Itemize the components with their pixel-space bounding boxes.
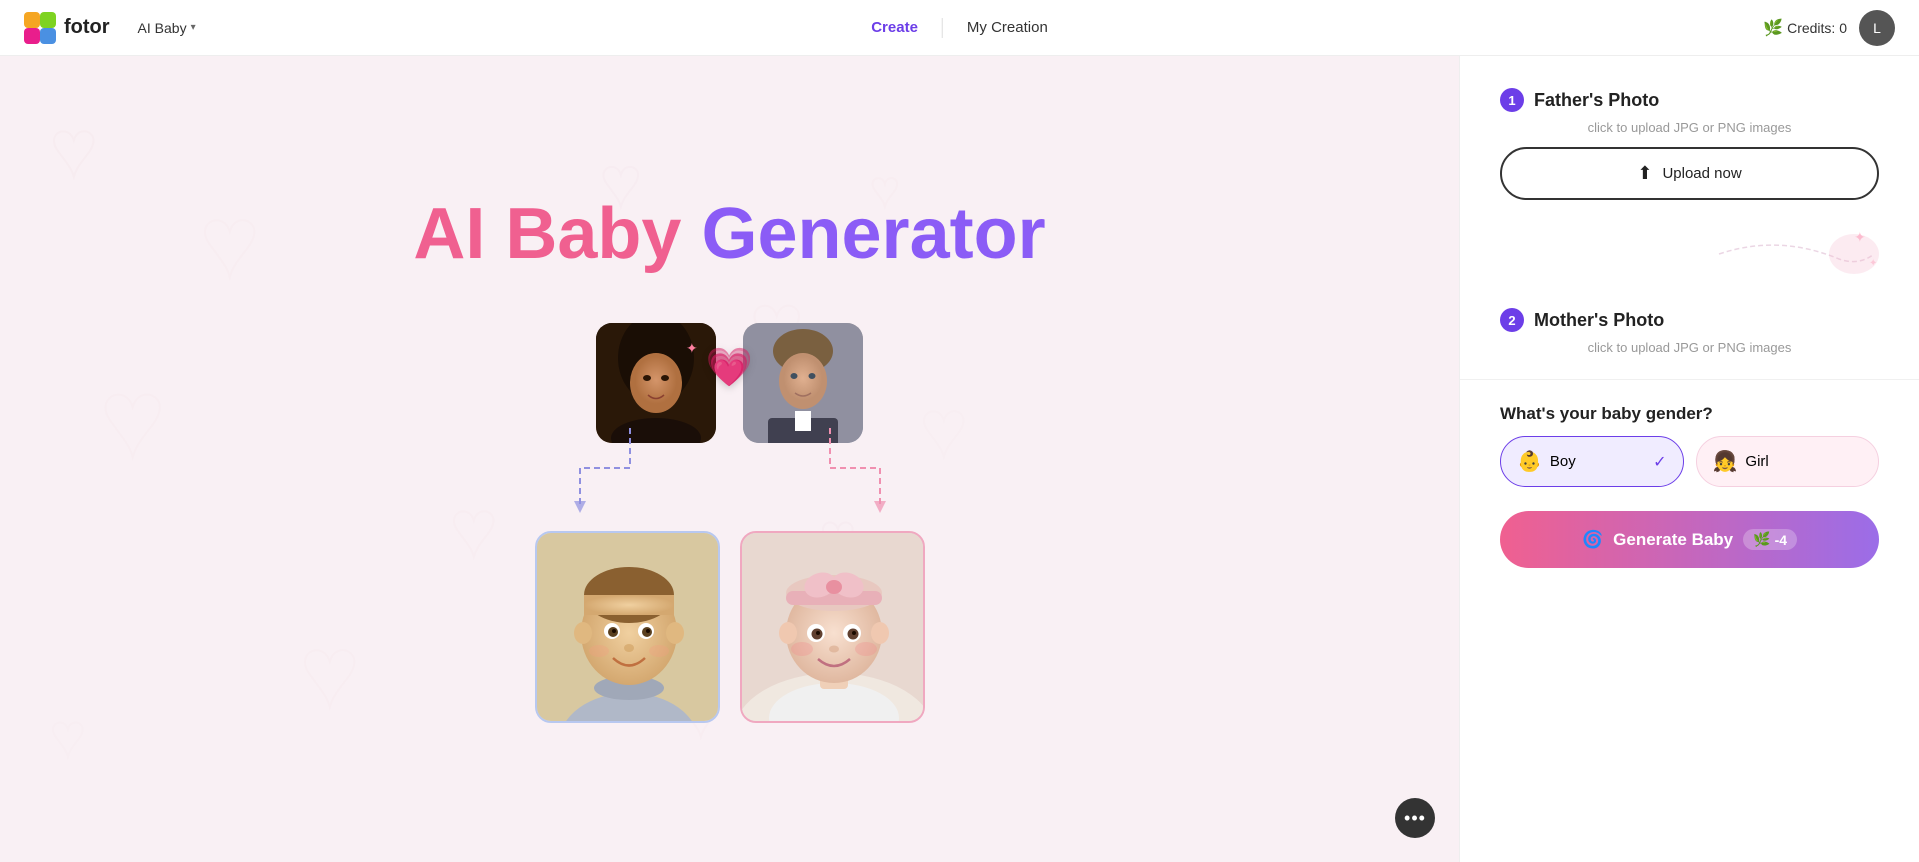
main-content: ♥ ♥ ♥ ♥ ♥ ♥ ♥ ♥ ♥ ♥ ♥ ♥ AI Baby Generato… bbox=[0, 56, 1919, 862]
nav-create[interactable]: Create bbox=[871, 15, 918, 40]
father-upload-hint: click to upload JPG or PNG images bbox=[1500, 120, 1879, 135]
svg-text:♥: ♥ bbox=[200, 186, 259, 298]
logo-text: fotor bbox=[64, 16, 110, 39]
parents-row: ✦ 💗 bbox=[530, 323, 930, 443]
main-nav: Create My Creation bbox=[871, 15, 1048, 40]
svg-text:♥: ♥ bbox=[100, 357, 165, 480]
svg-text:♥: ♥ bbox=[450, 484, 498, 573]
checkmark-icon: ✓ bbox=[1653, 452, 1666, 472]
leaf-cost-icon: 🌿 bbox=[1753, 531, 1770, 548]
father-upload-button[interactable]: ⬆ Upload now bbox=[1500, 147, 1879, 200]
upload-icon: ⬆ bbox=[1637, 163, 1652, 184]
decorative-splash: ✦ ✦ bbox=[1500, 224, 1879, 284]
step1-badge: 1 bbox=[1500, 88, 1524, 112]
boy-emoji: 👶 bbox=[1517, 449, 1542, 474]
heart-between-parents: 💗 bbox=[706, 346, 753, 390]
father-section-title: Father's Photo bbox=[1534, 90, 1659, 111]
baby-face-icon: 🌀 bbox=[1582, 530, 1603, 550]
page-title: AI Baby Generator bbox=[413, 195, 1045, 274]
father-photo bbox=[743, 323, 863, 443]
leaf-icon: 🌿 bbox=[1763, 18, 1783, 38]
user-avatar[interactable]: L bbox=[1859, 10, 1895, 46]
father-photo-section: 1 Father's Photo click to upload JPG or … bbox=[1500, 88, 1879, 200]
girl-emoji: 👧 bbox=[1713, 449, 1738, 474]
chevron-down-icon: ▾ bbox=[191, 22, 196, 33]
header-right: 🌿 Credits: 0 L bbox=[1763, 10, 1895, 46]
gender-section-title: What's your baby gender? bbox=[1500, 404, 1879, 424]
nav-divider bbox=[942, 18, 943, 38]
mother-section-title: Mother's Photo bbox=[1534, 310, 1664, 331]
left-panel: ♥ ♥ ♥ ♥ ♥ ♥ ♥ ♥ ♥ ♥ ♥ ♥ AI Baby Generato… bbox=[0, 56, 1459, 862]
header: fotor AI Baby ▾ Create My Creation 🌿 Cre… bbox=[0, 0, 1919, 56]
baby-girl-svg bbox=[742, 533, 925, 723]
girl-option[interactable]: 👧 Girl bbox=[1696, 436, 1880, 487]
title-part1: AI Baby bbox=[413, 194, 681, 274]
credits-label: Credits: 0 bbox=[1787, 20, 1847, 36]
svg-text:♥: ♥ bbox=[50, 104, 98, 193]
section-divider bbox=[1460, 379, 1919, 380]
girl-label: Girl bbox=[1745, 453, 1768, 470]
generate-btn-label: Generate Baby bbox=[1613, 530, 1733, 550]
credits-cost-badge: 🌿 -4 bbox=[1743, 529, 1797, 550]
credits-badge: 🌿 Credits: 0 bbox=[1763, 18, 1847, 38]
logo: fotor bbox=[24, 12, 110, 44]
gender-section: What's your baby gender? 👶 Boy ✓ 👧 Girl bbox=[1500, 404, 1879, 487]
upload-btn-label: Upload now bbox=[1662, 165, 1741, 182]
mother-photo-svg: ✦ bbox=[596, 323, 716, 443]
svg-text:♥: ♥ bbox=[50, 702, 86, 769]
more-dots-icon: ••• bbox=[1404, 808, 1426, 829]
credits-cost-value: -4 bbox=[1775, 532, 1787, 548]
ai-baby-label: AI Baby bbox=[138, 20, 187, 36]
connector-lines bbox=[540, 428, 920, 528]
mother-upload-hint: click to upload JPG or PNG images bbox=[1500, 340, 1879, 355]
mother-photo-section: 2 Mother's Photo click to upload JPG or … bbox=[1500, 308, 1879, 355]
svg-text:✦: ✦ bbox=[686, 340, 698, 356]
family-tree: ✦ 💗 bbox=[530, 323, 930, 723]
step2-badge: 2 bbox=[1500, 308, 1524, 332]
children-row bbox=[530, 531, 930, 723]
boy-label: Boy bbox=[1550, 453, 1576, 470]
mother-section-header: 2 Mother's Photo bbox=[1500, 308, 1879, 332]
pink-splash-svg: ✦ ✦ bbox=[1699, 224, 1879, 284]
boy-option[interactable]: 👶 Boy ✓ bbox=[1500, 436, 1684, 487]
ai-baby-dropdown[interactable]: AI Baby ▾ bbox=[126, 14, 208, 42]
mother-photo: ✦ bbox=[596, 323, 716, 443]
title-part2: Generator bbox=[701, 194, 1045, 274]
father-photo-svg bbox=[743, 323, 863, 443]
gender-options: 👶 Boy ✓ 👧 Girl bbox=[1500, 436, 1879, 487]
baby-girl-photo bbox=[740, 531, 925, 723]
generate-baby-button[interactable]: 🌀 Generate Baby 🌿 -4 bbox=[1500, 511, 1879, 568]
baby-boy-photo bbox=[535, 531, 720, 723]
svg-text:♥: ♥ bbox=[300, 616, 359, 728]
right-panel: 1 Father's Photo click to upload JPG or … bbox=[1459, 56, 1919, 862]
more-options-button[interactable]: ••• bbox=[1395, 798, 1435, 838]
father-section-header: 1 Father's Photo bbox=[1500, 88, 1879, 112]
nav-my-creation[interactable]: My Creation bbox=[967, 15, 1048, 40]
baby-boy-svg bbox=[537, 533, 720, 723]
fotor-logo-icon bbox=[24, 12, 56, 44]
